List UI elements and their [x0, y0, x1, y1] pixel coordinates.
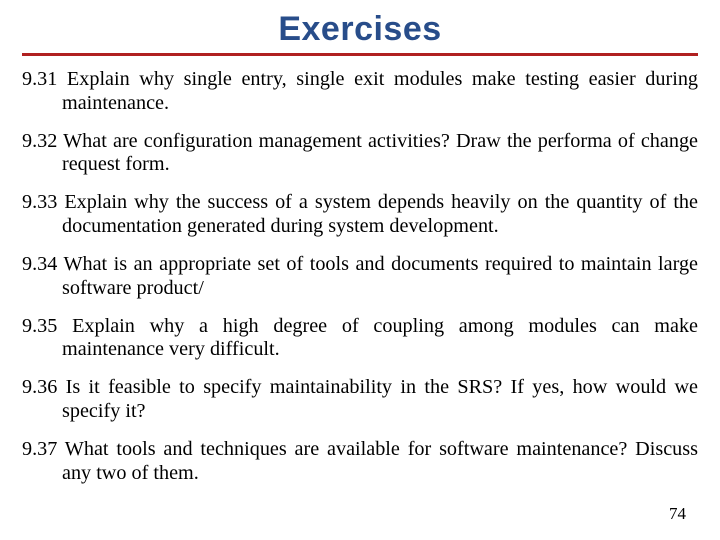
item-text: Explain why single entry, single exit mo…: [62, 68, 698, 114]
item-number: 9.37: [22, 438, 57, 460]
list-item: 9.37 What tools and techniques are avail…: [22, 438, 698, 486]
page-number: 74: [669, 504, 686, 524]
item-number: 9.35: [22, 315, 57, 337]
item-number: 9.32: [22, 130, 57, 152]
list-item: 9.35 Explain why a high degree of coupli…: [22, 315, 698, 363]
item-number: 9.33: [22, 191, 57, 213]
item-number: 9.34: [22, 253, 57, 275]
list-item: 9.32 What are configuration management a…: [22, 130, 698, 178]
item-text: Is it feasible to specify maintainabilit…: [62, 376, 698, 422]
list-item: 9.34 What is an appropriate set of tools…: [22, 253, 698, 301]
item-text: What are configuration management activi…: [62, 130, 698, 176]
item-text: Explain why a high degree of coupling am…: [62, 315, 698, 361]
item-number: 9.31: [22, 68, 57, 90]
list-item: 9.33 Explain why the success of a system…: [22, 191, 698, 239]
item-text: What tools and techniques are available …: [62, 438, 698, 484]
item-text: Explain why the success of a system depe…: [62, 191, 698, 237]
item-text: What is an appropriate set of tools and …: [62, 253, 698, 299]
slide: Exercises 9.31 Explain why single entry,…: [0, 0, 720, 540]
exercise-list: 9.31 Explain why single entry, single ex…: [22, 68, 698, 486]
list-item: 9.31 Explain why single entry, single ex…: [22, 68, 698, 116]
title-underline: [22, 53, 698, 56]
page-title: Exercises: [22, 10, 698, 49]
list-item: 9.36 Is it feasible to specify maintaina…: [22, 376, 698, 424]
item-number: 9.36: [22, 376, 57, 398]
